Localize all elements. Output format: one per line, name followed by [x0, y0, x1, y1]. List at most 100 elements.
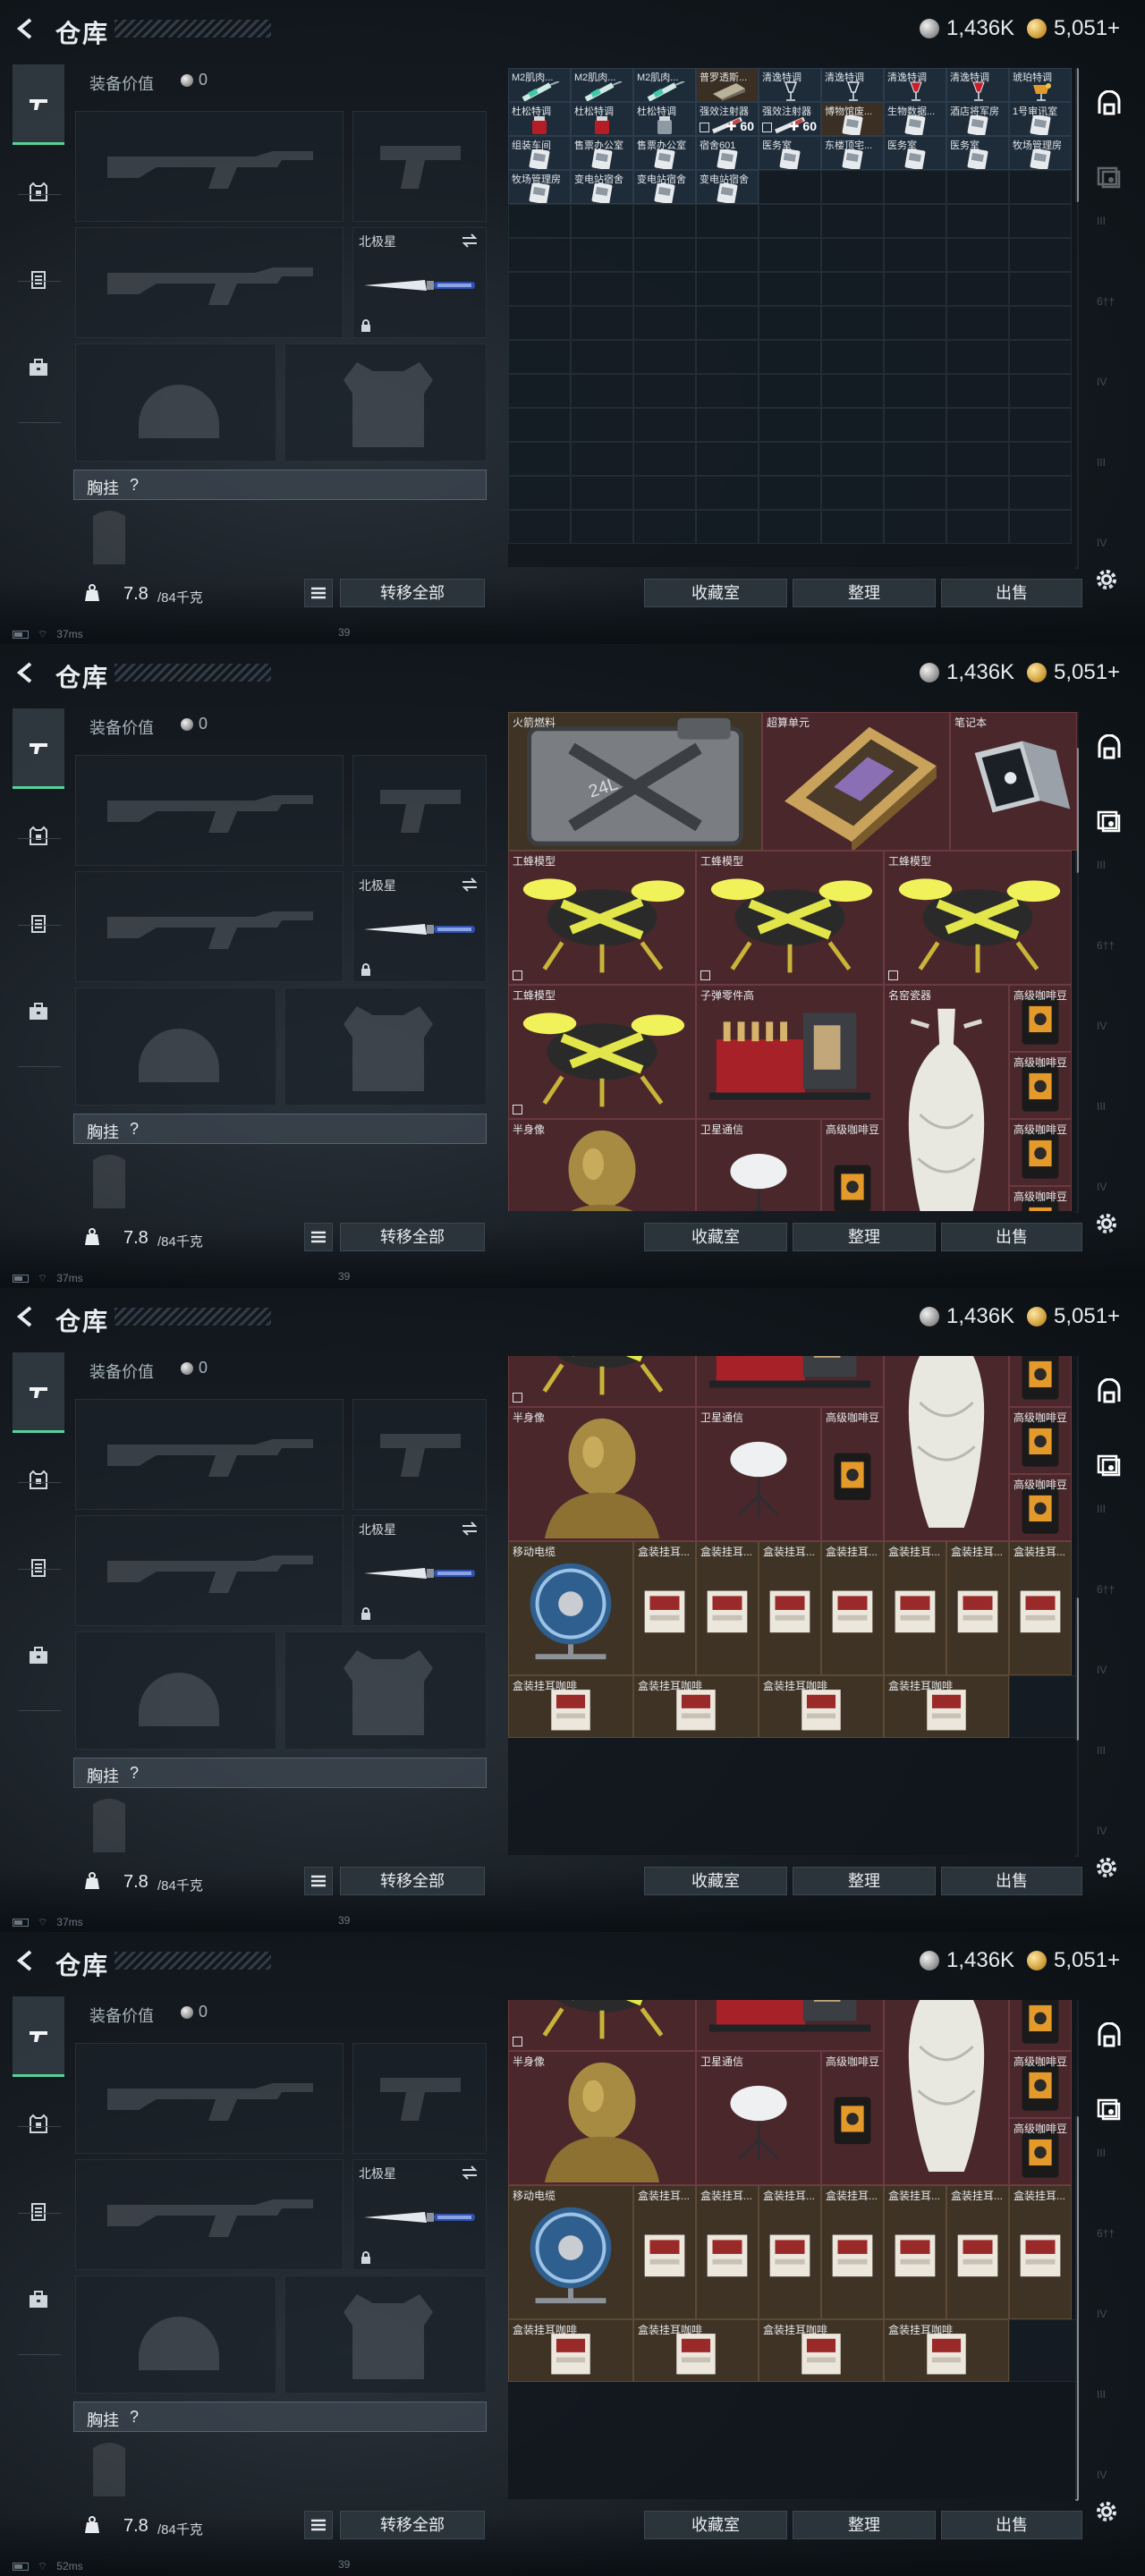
- empty-slot[interactable]: [884, 204, 946, 238]
- gear-icon[interactable]: [1093, 566, 1120, 593]
- inventory-item[interactable]: M2肌肉...: [508, 68, 571, 102]
- inventory-item[interactable]: 盒装挂耳咖啡: [759, 1675, 884, 1738]
- empty-slot[interactable]: [884, 238, 946, 272]
- empty-slot[interactable]: [633, 306, 696, 340]
- empty-slot[interactable]: [696, 374, 759, 408]
- empty-slot[interactable]: [821, 476, 884, 510]
- inventory-item[interactable]: 名窑瓷器: [884, 985, 1009, 1211]
- inventory-item[interactable]: 强效注射器 ✚ 60: [759, 102, 821, 136]
- inventory-item[interactable]: 高级咖啡豆: [1009, 2118, 1072, 2185]
- inventory-item[interactable]: 医务室: [759, 136, 821, 170]
- inventory-item[interactable]: 变电站宿舍: [571, 170, 633, 204]
- inventory-item[interactable]: M2肌肉...: [633, 68, 696, 102]
- empty-slot[interactable]: [759, 476, 821, 510]
- empty-slot[interactable]: [884, 340, 946, 374]
- secondary-weapon-slot[interactable]: [75, 871, 344, 982]
- helmet-slot[interactable]: [75, 987, 276, 1106]
- empty-slot[interactable]: [696, 204, 759, 238]
- inventory-item[interactable]: 工蜂模型: [508, 851, 696, 985]
- inventory-item[interactable]: 高级咖啡豆: [821, 1407, 884, 1541]
- inventory-item[interactable]: 医务室: [884, 136, 946, 170]
- gear-icon[interactable]: [1093, 1854, 1120, 1881]
- sell-button[interactable]: 出售: [941, 2511, 1082, 2539]
- inventory-item[interactable]: 宿舍601: [696, 136, 759, 170]
- empty-slot[interactable]: [946, 272, 1009, 306]
- empty-slot[interactable]: [508, 340, 571, 374]
- sell-button[interactable]: 出售: [941, 1223, 1082, 1251]
- empty-slot[interactable]: [946, 340, 1009, 374]
- inventory-item[interactable]: 高级咖啡豆: [1009, 1052, 1072, 1119]
- empty-slot[interactable]: [946, 510, 1009, 544]
- inventory-item[interactable]: 盒装挂耳...: [633, 1541, 696, 1675]
- chest-rig-bar[interactable]: 胸挂 ?: [73, 2402, 487, 2432]
- empty-slot[interactable]: [1009, 1675, 1077, 1738]
- gold-currency[interactable]: 5,051+: [1027, 1948, 1120, 1973]
- gold-currency[interactable]: 5,051+: [1027, 16, 1120, 41]
- transfer-all-button[interactable]: 转移全部: [340, 1867, 485, 1895]
- gold-currency[interactable]: 5,051+: [1027, 660, 1120, 685]
- empty-slot[interactable]: [633, 340, 696, 374]
- inventory-item[interactable]: 盒装挂耳...: [696, 2185, 759, 2319]
- tab-collection-storage[interactable]: [1090, 801, 1129, 841]
- inventory-item[interactable]: M2肌肉...: [571, 68, 633, 102]
- pistol-slot[interactable]: [352, 111, 487, 222]
- inventory-item[interactable]: 卫星通信: [696, 1119, 821, 1211]
- inventory-item[interactable]: 工蜂模型: [884, 851, 1072, 985]
- collection-room-button[interactable]: 收藏室: [644, 579, 787, 607]
- empty-slot[interactable]: [696, 340, 759, 374]
- transfer-all-button[interactable]: 转移全部: [340, 2511, 485, 2539]
- empty-slot[interactable]: [633, 510, 696, 544]
- inventory-item[interactable]: 子弹零件高: [696, 985, 884, 1119]
- swap-arrows-icon[interactable]: [461, 2165, 479, 2180]
- empty-slot[interactable]: [1009, 476, 1072, 510]
- tab-weapons[interactable]: [13, 708, 64, 789]
- back-arrow-icon[interactable]: [14, 661, 38, 684]
- empty-slot[interactable]: [571, 306, 633, 340]
- empty-slot[interactable]: [633, 476, 696, 510]
- tab-backpack[interactable]: [13, 1615, 64, 1696]
- inventory-item[interactable]: 售票办公室: [571, 136, 633, 170]
- empty-slot[interactable]: [884, 510, 946, 544]
- empty-slot[interactable]: [884, 306, 946, 340]
- empty-slot[interactable]: [696, 408, 759, 442]
- melee-slot[interactable]: 北极星: [352, 871, 487, 982]
- inventory-item[interactable]: 盒装挂耳...: [633, 2185, 696, 2319]
- inventory-item[interactable]: 盒装挂耳咖啡: [884, 2319, 1009, 2382]
- swap-arrows-icon[interactable]: [461, 1521, 479, 1536]
- inventory-item[interactable]: 变电站宿舍: [696, 170, 759, 204]
- helmet-slot[interactable]: [75, 2275, 276, 2394]
- tab-armor[interactable]: [13, 152, 64, 233]
- back-arrow-icon[interactable]: [14, 17, 38, 40]
- inventory-item[interactable]: 清逸特调: [946, 68, 1009, 102]
- empty-slot[interactable]: [1009, 2319, 1077, 2382]
- inventory-item[interactable]: 盒装挂耳...: [1009, 1541, 1072, 1675]
- empty-slot[interactable]: [696, 510, 759, 544]
- inventory-item[interactable]: 高级咖啡豆: [1009, 1474, 1072, 1541]
- inventory-item[interactable]: 盒装挂耳...: [946, 2185, 1009, 2319]
- back-arrow-icon[interactable]: [14, 1305, 38, 1328]
- empty-slot[interactable]: [696, 476, 759, 510]
- inventory-item[interactable]: 盒装挂耳...: [884, 1541, 946, 1675]
- list-view-button[interactable]: [304, 2511, 333, 2539]
- empty-slot[interactable]: [1009, 442, 1072, 476]
- inventory-item[interactable]: 杜松特调: [508, 102, 571, 136]
- empty-slot[interactable]: [571, 340, 633, 374]
- empty-slot[interactable]: [759, 238, 821, 272]
- inventory-item[interactable]: 牧场管理房: [1009, 136, 1072, 170]
- inventory-item[interactable]: 盒装挂耳咖啡: [884, 1675, 1009, 1738]
- empty-slot[interactable]: [821, 170, 884, 204]
- empty-slot[interactable]: [571, 204, 633, 238]
- inventory-item[interactable]: 子弹零件高: [696, 2000, 884, 2051]
- secondary-weapon-slot[interactable]: [75, 227, 344, 338]
- empty-slot[interactable]: [884, 442, 946, 476]
- tab-collection-storage[interactable]: [1090, 1445, 1129, 1485]
- list-view-button[interactable]: [304, 1223, 333, 1251]
- primary-weapon-slot[interactable]: [75, 1399, 344, 1510]
- melee-slot[interactable]: 北极星: [352, 1515, 487, 1626]
- empty-slot[interactable]: [821, 204, 884, 238]
- inventory-item[interactable]: 盒装挂耳...: [696, 1541, 759, 1675]
- inventory-item[interactable]: 名窑瓷器: [884, 2000, 1009, 2185]
- inventory-item[interactable]: 名窑瓷器: [884, 1356, 1009, 1541]
- pistol-slot[interactable]: [352, 1399, 487, 1510]
- empty-slot[interactable]: [571, 442, 633, 476]
